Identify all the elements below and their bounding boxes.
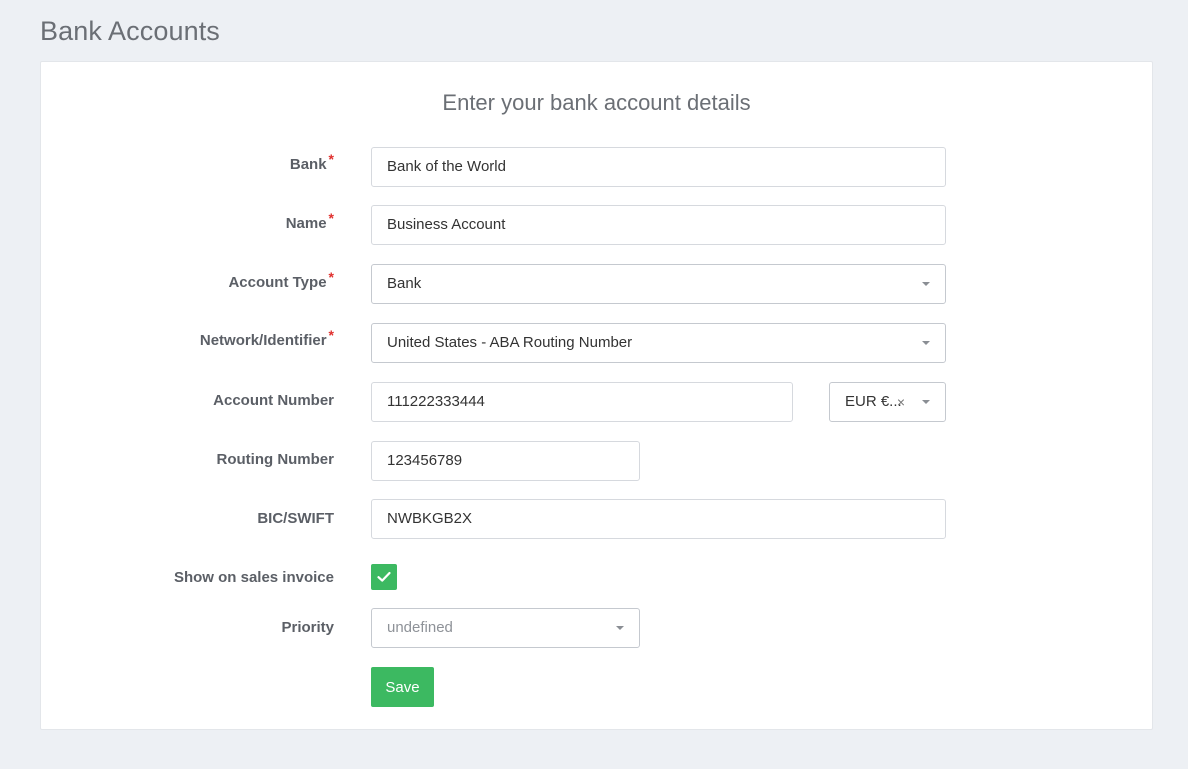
bank-account-form-card: Enter your bank account details Bank * Ba…	[40, 61, 1153, 730]
chevron-down-icon	[616, 626, 624, 630]
clear-icon[interactable]: ×	[897, 383, 905, 421]
bank-label: Bank *	[289, 151, 334, 173]
page-title: Bank Accounts	[40, 16, 220, 46]
bic-swift-label: BIC/SWIFT	[257, 510, 334, 527]
network-select[interactable]: United States - ABA Routing Number	[371, 323, 946, 363]
network-value: United States - ABA Routing Number	[387, 334, 633, 351]
required-marker: *	[328, 210, 334, 226]
show-on-invoice-label: Show on sales invoice	[173, 569, 334, 586]
account-number-label: Account Number	[213, 392, 334, 409]
chevron-down-icon	[922, 341, 930, 345]
account-type-value: Bank	[387, 275, 422, 292]
priority-value: undefined	[387, 619, 453, 636]
chevron-down-icon	[922, 400, 930, 404]
required-marker: *	[328, 151, 334, 167]
network-label: Network/Identifier *	[199, 327, 334, 349]
name-label: Name *	[285, 210, 334, 232]
currency-select[interactable]: EUR €... ×	[829, 382, 946, 422]
routing-number-label: Routing Number	[216, 451, 335, 468]
chevron-down-icon	[922, 282, 930, 286]
currency-value: EUR €...	[845, 393, 902, 410]
required-marker: *	[328, 269, 334, 285]
routing-number-input[interactable]: 123456789	[371, 441, 640, 481]
account-type-select[interactable]: Bank	[371, 264, 946, 304]
bank-input[interactable]: Bank of the World	[371, 147, 946, 187]
account-type-label: Account Type *	[228, 269, 334, 291]
save-button[interactable]: Save	[371, 667, 434, 707]
priority-label: Priority	[281, 619, 334, 636]
show-on-invoice-checkbox[interactable]	[371, 564, 397, 590]
account-number-input[interactable]: 111222333444	[371, 382, 793, 422]
check-icon	[377, 571, 391, 582]
priority-select[interactable]: undefined	[371, 608, 640, 648]
required-marker: *	[328, 327, 334, 343]
bic-swift-input[interactable]: NWBKGB2X	[371, 499, 946, 539]
name-input[interactable]: Business Account	[371, 205, 946, 245]
form-heading: Enter your bank account details	[442, 90, 751, 115]
